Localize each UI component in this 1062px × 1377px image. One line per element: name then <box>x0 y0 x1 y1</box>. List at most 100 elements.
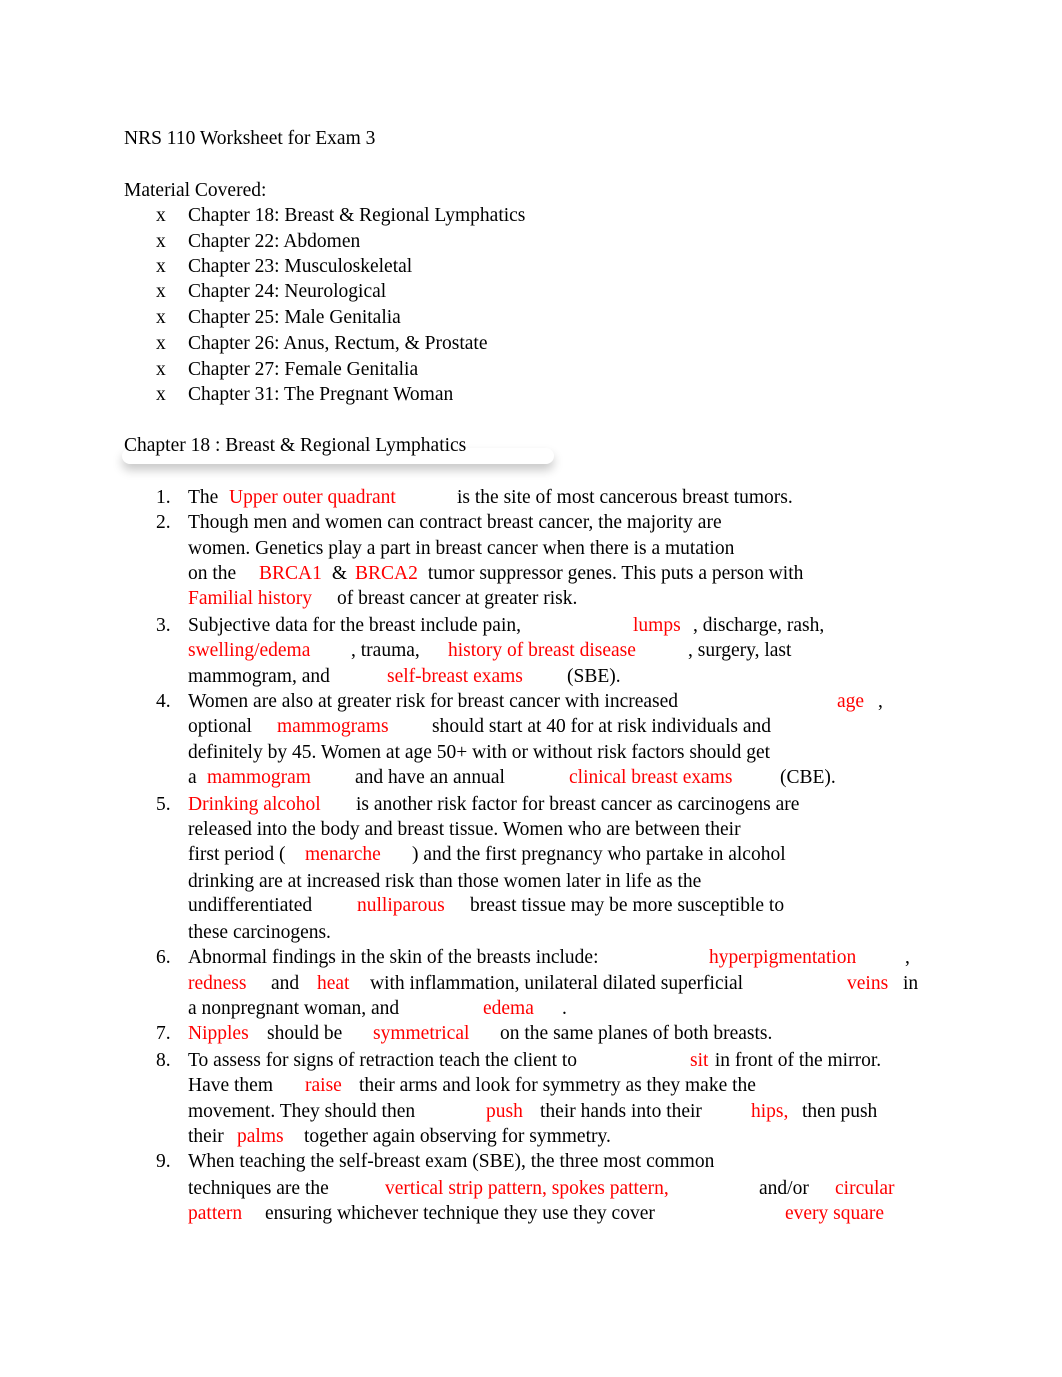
answer-text: mammogram <box>207 767 311 788</box>
question-number: 5. <box>156 794 171 815</box>
answer-text: BRCA2 <box>355 563 418 584</box>
question-text: The <box>188 487 224 508</box>
bullet-marker: x <box>156 384 166 405</box>
answer-text: veins <box>847 973 889 994</box>
material-item: Chapter 26: Anus, Rectum, & Prostate <box>188 333 488 354</box>
question-text: their hands into their <box>540 1101 702 1122</box>
answer-text: menarche <box>305 844 381 865</box>
answer-text: nulliparous <box>357 895 445 916</box>
question-text: is the site of most cancerous breast tum… <box>457 487 793 508</box>
question-text: Women are also at greater risk for breas… <box>188 691 679 712</box>
section-heading: Chapter 18 : Breast & Regional Lymphatic… <box>124 435 467 456</box>
material-item: Chapter 22: Abdomen <box>188 231 361 252</box>
bullet-marker: x <box>156 281 166 302</box>
material-item: Chapter 27: Female Genitalia <box>188 359 419 380</box>
answer-text: swelling/edema <box>188 640 311 661</box>
answer-text: heat <box>317 973 350 994</box>
question-text: a <box>188 767 202 788</box>
bullet-marker: x <box>156 333 166 354</box>
question-text: should be <box>267 1023 343 1044</box>
question-text: then push <box>802 1101 878 1122</box>
question-text: their arms and look for symmetry as they… <box>359 1075 756 1096</box>
answer-text: Nipples <box>188 1023 249 1044</box>
question-text: When teaching the self-breast exam (SBE)… <box>188 1151 715 1172</box>
question-number: 4. <box>156 691 171 712</box>
bullet-marker: x <box>156 231 166 252</box>
answer-text: mammograms <box>277 716 389 737</box>
answer-text: every square <box>785 1203 885 1224</box>
answer-text: circular <box>835 1178 895 1199</box>
question-text: & <box>327 563 352 584</box>
question-text: Subjective data for the breast include p… <box>188 615 522 636</box>
question-text: released into the body and breast tissue… <box>188 819 741 840</box>
question-text: mammogram, and <box>188 666 330 687</box>
material-item: Chapter 24: Neurological <box>188 281 387 302</box>
answer-text: raise <box>305 1075 342 1096</box>
bullet-marker: x <box>156 359 166 380</box>
question-text: techniques are the <box>188 1178 329 1199</box>
material-item: Chapter 31: The Pregnant Woman <box>188 384 454 405</box>
answer-text: BRCA1 <box>259 563 322 584</box>
question-number: 2. <box>156 512 171 533</box>
question-text: and <box>271 973 300 994</box>
question-text: Have them <box>188 1075 274 1096</box>
question-text: definitely by 45. Women at age 50+ with … <box>188 742 771 763</box>
answer-text: self-breast exams <box>387 666 523 687</box>
question-text: and/or <box>759 1178 809 1199</box>
question-text: Though men and women can contract breast… <box>188 512 722 533</box>
question-text: on the same planes of both breasts. <box>500 1023 773 1044</box>
answer-text: history of breast disease <box>448 640 636 661</box>
answer-text: sit <box>690 1050 709 1071</box>
answer-text: push <box>486 1101 523 1122</box>
question-text: To assess for signs of retraction teach … <box>188 1050 578 1071</box>
question-number: 6. <box>156 947 171 968</box>
answer-text: Familial history <box>188 588 313 609</box>
question-number: 1. <box>156 487 171 508</box>
question-text: ensuring whichever technique they use th… <box>265 1203 655 1224</box>
question-text: with inflammation, unilateral dilated su… <box>370 973 744 994</box>
question-number: 9. <box>156 1151 171 1172</box>
question-text: their <box>188 1126 229 1147</box>
answer-text: lumps <box>633 615 681 636</box>
question-text: should start at 40 for at risk individua… <box>432 716 772 737</box>
question-text: and have an annual <box>355 767 505 788</box>
bullet-marker: x <box>156 256 166 277</box>
question-text: women. Genetics play a part in breast ca… <box>188 538 735 559</box>
question-text: is another risk factor for breast cancer… <box>356 794 800 815</box>
question-text: ) and the first pregnancy who partake in… <box>412 844 786 865</box>
question-number: 7. <box>156 1023 171 1044</box>
question-text: , <box>905 947 910 968</box>
question-text: a nonpregnant woman, and <box>188 998 400 1019</box>
question-text: (SBE). <box>567 666 621 687</box>
answer-text: edema <box>483 998 534 1019</box>
answer-text: hyperpigmentation <box>709 947 857 968</box>
question-text: undifferentiated <box>188 895 313 916</box>
question-number: 3. <box>156 615 171 636</box>
answer-text: hips, <box>751 1101 789 1122</box>
question-text: , trauma, <box>351 640 420 661</box>
question-text: on the <box>188 563 242 584</box>
question-text: . <box>562 998 567 1019</box>
question-text: , <box>878 691 883 712</box>
answer-text: pattern <box>188 1203 243 1224</box>
question-text: , surgery, last <box>688 640 792 661</box>
answer-text: vertical strip pattern, spokes pattern, <box>385 1178 669 1199</box>
answer-text: symmetrical <box>373 1023 470 1044</box>
question-text: breast tissue may be more susceptible to <box>470 895 785 916</box>
question-text: drinking are at increased risk than thos… <box>188 871 702 892</box>
question-text: in front of the mirror. <box>710 1050 882 1071</box>
question-text: of breast cancer at greater risk. <box>337 588 578 609</box>
question-text: in <box>903 973 919 994</box>
question-text: together again observing for symmetry. <box>304 1126 611 1147</box>
answer-text: Upper outer quadrant <box>229 487 396 508</box>
question-text: optional <box>188 716 252 737</box>
question-text: (CBE). <box>780 767 836 788</box>
document-title: NRS 110 Worksheet for Exam 3 <box>124 128 376 149</box>
question-number: 8. <box>156 1050 171 1071</box>
bullet-marker: x <box>156 205 166 226</box>
material-item: Chapter 25: Male Genitalia <box>188 307 401 328</box>
answer-text: clinical breast exams <box>569 767 733 788</box>
question-text: these carcinogens. <box>188 922 331 943</box>
question-text: movement. They should then <box>188 1101 416 1122</box>
answer-text: age <box>837 691 865 712</box>
